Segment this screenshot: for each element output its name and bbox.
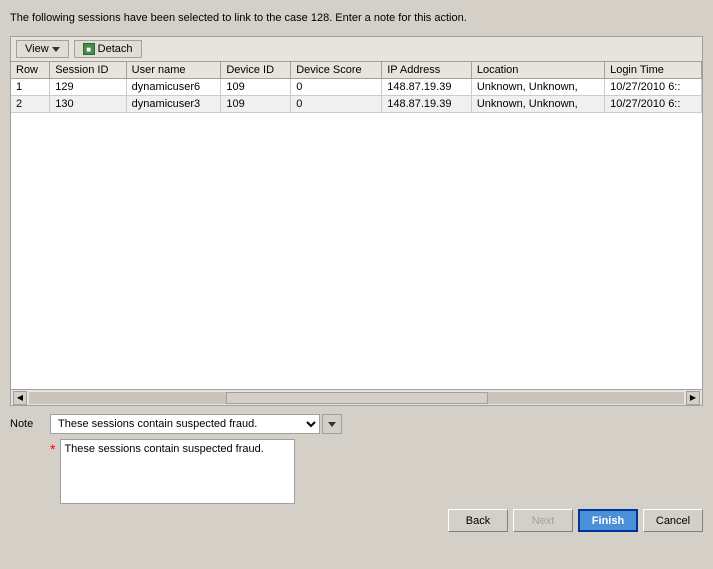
button-row: Back Next Finish Cancel xyxy=(10,509,703,532)
table-section: View ■ Detach Row Session ID User name D… xyxy=(10,36,703,406)
table-cell: dynamicuser6 xyxy=(126,79,221,96)
horizontal-scrollbar[interactable]: ◀ ▶ xyxy=(11,389,702,405)
table-header-row: Row Session ID User name Device ID Devic… xyxy=(11,62,702,79)
table-row[interactable]: 1129dynamicuser61090148.87.19.39Unknown,… xyxy=(11,79,702,96)
detach-icon: ■ xyxy=(83,43,95,55)
col-ip-address: IP Address xyxy=(382,62,472,79)
back-button[interactable]: Back xyxy=(448,509,508,532)
view-button[interactable]: View xyxy=(16,40,69,58)
table-cell: 129 xyxy=(50,79,126,96)
table-cell: Unknown, Unknown, xyxy=(471,96,604,113)
table-cell: dynamicuser3 xyxy=(126,96,221,113)
table-cell: 0 xyxy=(291,79,382,96)
note-dropdown-arrow[interactable] xyxy=(322,414,342,434)
view-chevron-icon xyxy=(52,47,60,52)
detach-button[interactable]: ■ Detach xyxy=(74,40,142,58)
col-row: Row xyxy=(11,62,50,79)
table-cell: 0 xyxy=(291,96,382,113)
table-cell: 2 xyxy=(11,96,50,113)
table-cell: 109 xyxy=(221,96,291,113)
table-cell: Unknown, Unknown, xyxy=(471,79,604,96)
description-text: The following sessions have been selecte… xyxy=(10,10,703,26)
toolbar: View ■ Detach xyxy=(11,37,702,62)
note-chevron-icon xyxy=(328,422,336,427)
next-button[interactable]: Next xyxy=(513,509,573,532)
scroll-right-arrow[interactable]: ▶ xyxy=(686,391,700,405)
table-cell: 1 xyxy=(11,79,50,96)
bottom-section: Note These sessions contain suspected fr… xyxy=(10,414,703,504)
detach-button-label: Detach xyxy=(98,43,133,55)
table-wrapper[interactable]: Row Session ID User name Device ID Devic… xyxy=(11,62,702,389)
note-textarea[interactable] xyxy=(60,439,295,504)
view-button-label: View xyxy=(25,43,49,55)
cancel-button[interactable]: Cancel xyxy=(643,509,703,532)
scroll-track[interactable] xyxy=(29,392,684,404)
table-cell: 148.87.19.39 xyxy=(382,96,472,113)
table-cell: 10/27/2010 6:: xyxy=(605,96,702,113)
scroll-left-arrow[interactable]: ◀ xyxy=(13,391,27,405)
table-cell: 148.87.19.39 xyxy=(382,79,472,96)
col-login-time: Login Time xyxy=(605,62,702,79)
scroll-thumb[interactable] xyxy=(226,392,488,404)
sessions-table: Row Session ID User name Device ID Devic… xyxy=(11,62,702,113)
note-label: Note xyxy=(10,418,45,430)
col-device-id: Device ID xyxy=(221,62,291,79)
col-location: Location xyxy=(471,62,604,79)
col-session-id: Session ID xyxy=(50,62,126,79)
finish-button[interactable]: Finish xyxy=(578,509,638,532)
table-cell: 109 xyxy=(221,79,291,96)
col-user-name: User name xyxy=(126,62,221,79)
required-asterisk: * xyxy=(50,441,55,504)
main-container: The following sessions have been selecte… xyxy=(0,0,713,569)
note-dropdown-container: These sessions contain suspected fraud. xyxy=(50,414,342,434)
note-row: Note These sessions contain suspected fr… xyxy=(10,414,703,434)
note-dropdown[interactable]: These sessions contain suspected fraud. xyxy=(50,414,320,434)
table-cell: 10/27/2010 6:: xyxy=(605,79,702,96)
table-cell: 130 xyxy=(50,96,126,113)
col-device-score: Device Score xyxy=(291,62,382,79)
note-textarea-row: * xyxy=(50,439,703,504)
table-row[interactable]: 2130dynamicuser31090148.87.19.39Unknown,… xyxy=(11,96,702,113)
